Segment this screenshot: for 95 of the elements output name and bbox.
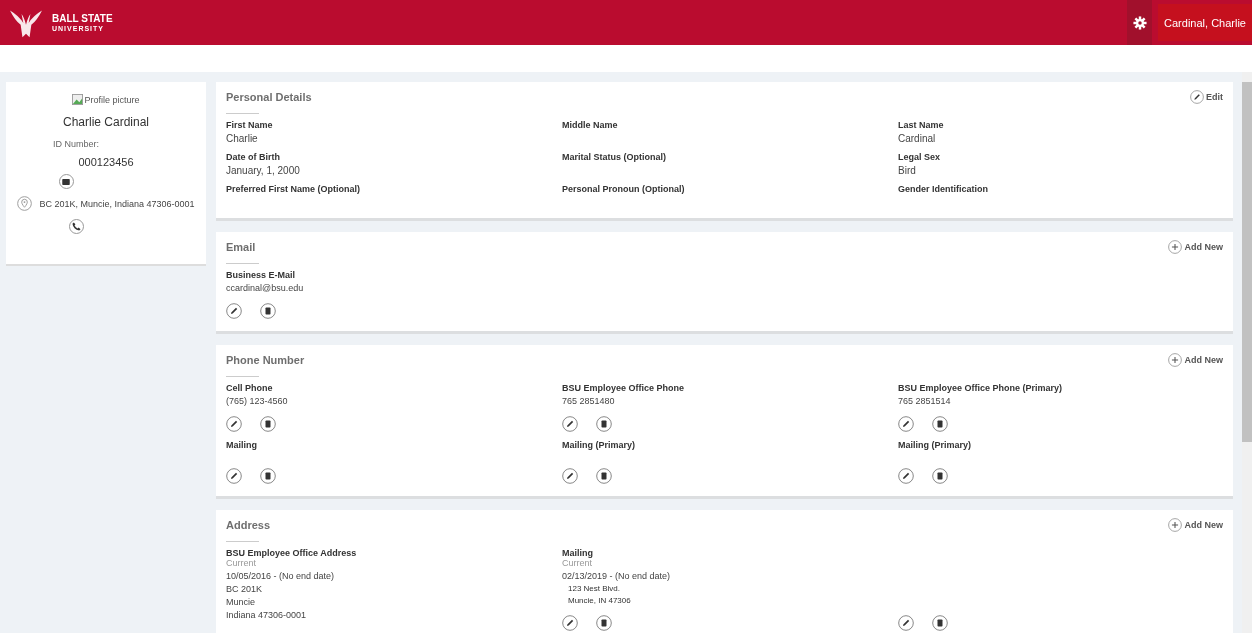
field-label: First Name [226,120,274,130]
edit-button[interactable] [226,416,242,432]
address-line: Muncie, IN 47306 [568,596,632,605]
plus-icon [1168,240,1183,254]
trash-icon [260,416,276,432]
broken-image-icon [72,94,84,105]
field-label: BSU Employee Office Phone [562,383,686,393]
pencil-icon [1190,90,1204,104]
edit-button[interactable] [226,468,242,484]
field-label: Cell Phone [226,383,274,393]
field-label: BSU Employee Office Phone (Primary) [898,383,1064,393]
profile-name: Charlie Cardinal [62,115,149,129]
edit-button[interactable] [562,468,578,484]
delete-button[interactable] [932,416,948,432]
field-label: Personal Pronoun (Optional) [562,184,686,194]
email-button[interactable] [58,174,74,189]
university-name: BALL STATE [52,13,113,24]
add-new-button[interactable]: Add New [1168,518,1223,532]
status-text: Current [226,558,257,568]
settings-button[interactable] [1127,0,1153,45]
delete-button[interactable] [260,303,276,319]
plus-icon [1168,518,1183,532]
envelope-icon [62,178,70,185]
field-value: 02/13/2019 - (No end date) [562,571,672,581]
scrollbar[interactable] [1242,72,1252,633]
section-title: Personal Details [226,91,312,103]
id-label: ID Number: [53,139,99,149]
delete-button[interactable] [596,468,612,484]
field-label: Business E-Mail [226,270,297,280]
field-label: Marital Status (Optional) [562,152,667,162]
delete-button[interactable] [260,468,276,484]
user-menu-button[interactable]: Cardinal, Charlie [1158,4,1252,41]
delete-button[interactable] [596,416,612,432]
edit-button[interactable] [226,303,242,319]
trash-icon [932,416,948,432]
edit-button[interactable] [898,615,914,631]
field-value: Muncie [226,597,256,607]
profile-address: BC 201K, Muncie, Indiana 47306-0001 [39,198,195,209]
settings-icon [1132,15,1147,30]
edit-button[interactable] [898,416,914,432]
field-label: Legal Sex [898,152,942,162]
delete-button[interactable] [260,416,276,432]
pencil-icon [562,468,578,484]
profile-picture-alt-text: Profile picture [84,94,140,105]
add-new-button[interactable]: Add New [1168,240,1223,254]
field-label: Mailing [562,548,594,558]
trash-icon [596,468,612,484]
field-value: Cardinal [898,133,937,144]
field-label: Gender Identification [898,184,989,194]
phone-button[interactable] [68,219,84,234]
trash-icon [260,468,276,484]
pencil-icon [562,416,578,432]
phone-icon [71,222,81,231]
id-number: 000123456 [78,156,134,168]
address-line: 123 Nest Blvd. [568,584,622,593]
field-label: Middle Name [562,120,619,130]
trash-icon [932,468,948,484]
field-value: BC 201K [226,584,264,594]
pencil-icon [226,468,242,484]
field-value: Bird [898,165,917,176]
field-label: Last Name [898,120,945,130]
field-label: Mailing (Primary) [562,440,636,450]
plus-icon [1168,353,1183,367]
delete-button[interactable] [932,615,948,631]
pencil-icon [898,416,914,432]
pencil-icon [898,468,914,484]
field-label: Preferred First Name (Optional) [226,184,362,194]
field-label: Mailing [226,440,258,450]
field-value: Indiana 47306-0001 [226,610,308,620]
section-title: Address [226,519,271,531]
delete-button[interactable] [932,468,948,484]
section-title: Email [226,241,256,253]
trash-icon [596,416,612,432]
field-label: Mailing (Primary) [898,440,972,450]
pencil-icon [226,416,242,432]
field-value: January, 1, 2000 [226,165,301,176]
field-value: 765 2851514 [898,396,952,406]
field-value: ccardinal@bsu.edu [226,283,305,293]
pencil-icon [226,303,242,319]
field-value: 10/05/2016 - (No end date) [226,571,336,581]
field-value: Charlie [226,133,259,144]
edit-button[interactable] [562,416,578,432]
edit-button[interactable] [562,615,578,631]
trash-icon [260,303,276,319]
add-new-button[interactable]: Add New [1168,353,1223,367]
edit-button[interactable] [898,468,914,484]
edit-button[interactable]: Edit [1190,90,1223,104]
field-value: (765) 123-4560 [226,396,289,406]
delete-button[interactable] [596,615,612,631]
location-pin-icon [17,196,33,211]
field-value: 765 2851480 [562,396,616,406]
field-label: Date of Birth [226,152,281,162]
field-label: BSU Employee Office Address [226,548,358,558]
status-text: Current [562,558,593,568]
section-title: Phone Number [226,354,305,366]
